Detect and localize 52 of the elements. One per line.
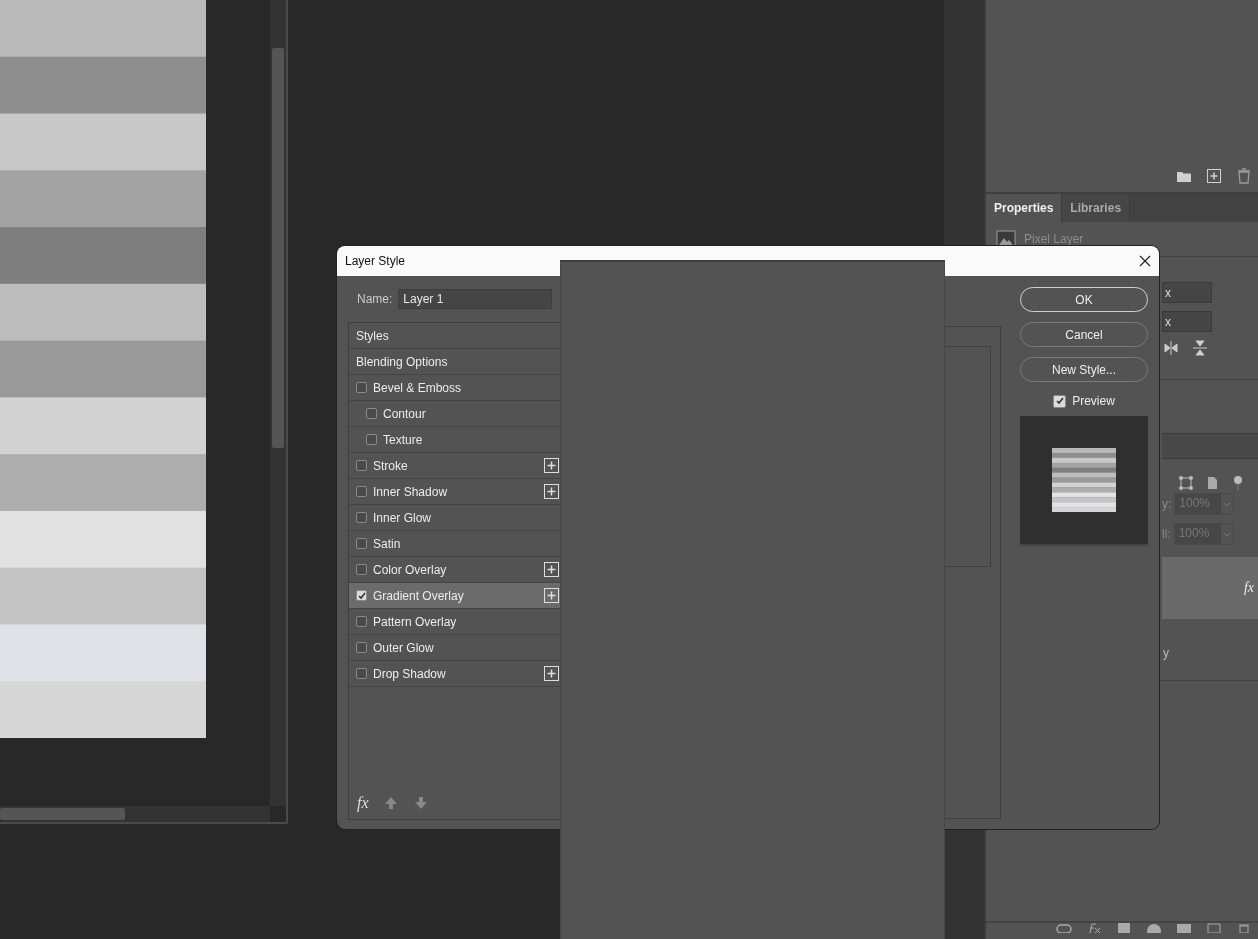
preview-label: Preview [1072, 394, 1115, 408]
checkbox[interactable] [366, 434, 377, 445]
panel-tab[interactable]: Properties [986, 194, 1063, 222]
new-layer-icon[interactable] [1206, 168, 1222, 184]
dimension-field[interactable]: x [1162, 282, 1212, 303]
checkbox[interactable] [356, 486, 367, 497]
checkbox[interactable] [356, 616, 367, 627]
layer-type-label: Pixel Layer [1024, 232, 1084, 246]
up-arrow-icon[interactable] [382, 795, 399, 811]
checkbox[interactable] [356, 512, 367, 523]
checkbox[interactable] [356, 590, 367, 601]
checkbox[interactable] [366, 408, 377, 419]
trash-icon[interactable] [1236, 923, 1252, 933]
add-icon[interactable] [544, 484, 559, 499]
link-icon[interactable] [1056, 923, 1072, 933]
name-label: Name: [357, 292, 393, 306]
add-icon[interactable] [544, 588, 559, 603]
horizontal-scrollbar[interactable] [0, 806, 270, 822]
checkbox[interactable] [356, 564, 367, 575]
dimension-field[interactable]: x [1162, 311, 1212, 332]
style-list-item[interactable]: Gradient Overlay [349, 583, 563, 609]
checkbox[interactable] [356, 668, 367, 679]
dialog-button[interactable]: Cancel [1020, 322, 1148, 347]
checkbox[interactable] [356, 538, 367, 549]
trash-icon[interactable] [1236, 168, 1252, 184]
effects-label: fx [1243, 580, 1254, 596]
flip-vertical-icon[interactable] [1192, 340, 1208, 356]
dialog-title: Layer Style [345, 254, 406, 268]
vertical-scrollbar[interactable] [270, 0, 286, 806]
down-arrow-icon[interactable] [412, 795, 429, 811]
adjustment-icon[interactable] [1146, 923, 1162, 933]
flip-horizontal-icon[interactable] [1163, 340, 1179, 356]
add-icon[interactable] [544, 562, 559, 577]
mask-icon[interactable] [1116, 923, 1132, 933]
dialog-button[interactable]: New Style... [1020, 357, 1148, 382]
add-icon[interactable] [544, 458, 559, 473]
folder-icon[interactable] [1176, 923, 1192, 933]
effects-button[interactable]: fx [357, 794, 369, 812]
transform-icon[interactable] [1178, 475, 1194, 491]
layer-row[interactable]: fx [1162, 557, 1258, 619]
checkbox[interactable] [356, 382, 367, 393]
panel-tab[interactable]: Libraries [1062, 194, 1131, 222]
add-icon[interactable] [544, 666, 559, 681]
close-icon[interactable] [1139, 255, 1151, 267]
preview-checkbox[interactable] [1053, 394, 1067, 408]
checkbox[interactable] [356, 642, 367, 653]
dialog-button[interactable]: OK [1020, 287, 1148, 312]
checkbox[interactable] [356, 460, 367, 471]
new-layer-icon[interactable] [1206, 923, 1222, 933]
effects-icon[interactable] [1086, 923, 1102, 933]
layer-name: y [1163, 646, 1169, 660]
name-field[interactable]: Layer 1 [398, 289, 553, 309]
